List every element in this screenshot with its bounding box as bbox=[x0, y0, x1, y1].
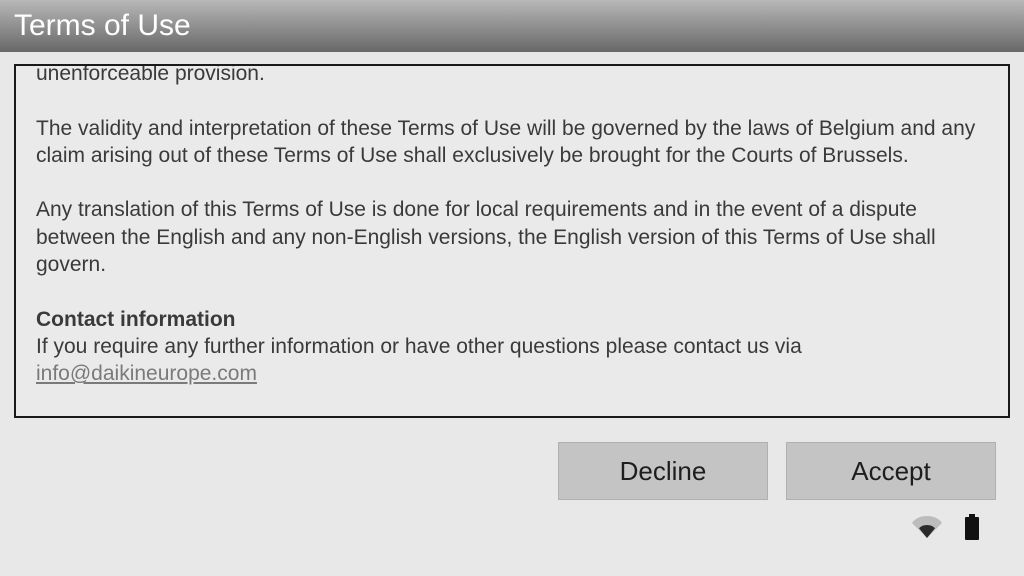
contact-heading: Contact information bbox=[36, 308, 236, 331]
terms-text-box[interactable]: unenforceable provision. The validity an… bbox=[14, 64, 1010, 418]
terms-truncated-line: unenforceable provision. bbox=[36, 64, 988, 87]
contact-email-link[interactable]: info@daikineurope.com bbox=[36, 362, 257, 385]
page-title: Terms of Use bbox=[14, 9, 191, 43]
terms-paragraph-2: Any translation of this Terms of Use is … bbox=[36, 196, 988, 278]
battery-icon bbox=[964, 514, 980, 545]
button-bar: Decline Accept bbox=[14, 442, 1010, 508]
status-bar bbox=[14, 508, 1010, 551]
terms-paragraph-1: The validity and interpretation of these… bbox=[36, 115, 988, 170]
accept-button[interactable]: Accept bbox=[786, 442, 996, 500]
header-bar: Terms of Use bbox=[0, 0, 1024, 52]
accept-button-label: Accept bbox=[851, 456, 931, 487]
content-wrapper: unenforceable provision. The validity an… bbox=[0, 52, 1024, 576]
decline-button[interactable]: Decline bbox=[558, 442, 768, 500]
terms-contact-block: Contact information If you require any f… bbox=[36, 306, 988, 388]
decline-button-label: Decline bbox=[620, 456, 707, 487]
wifi-icon bbox=[912, 516, 942, 543]
contact-text: If you require any further information o… bbox=[36, 335, 802, 358]
